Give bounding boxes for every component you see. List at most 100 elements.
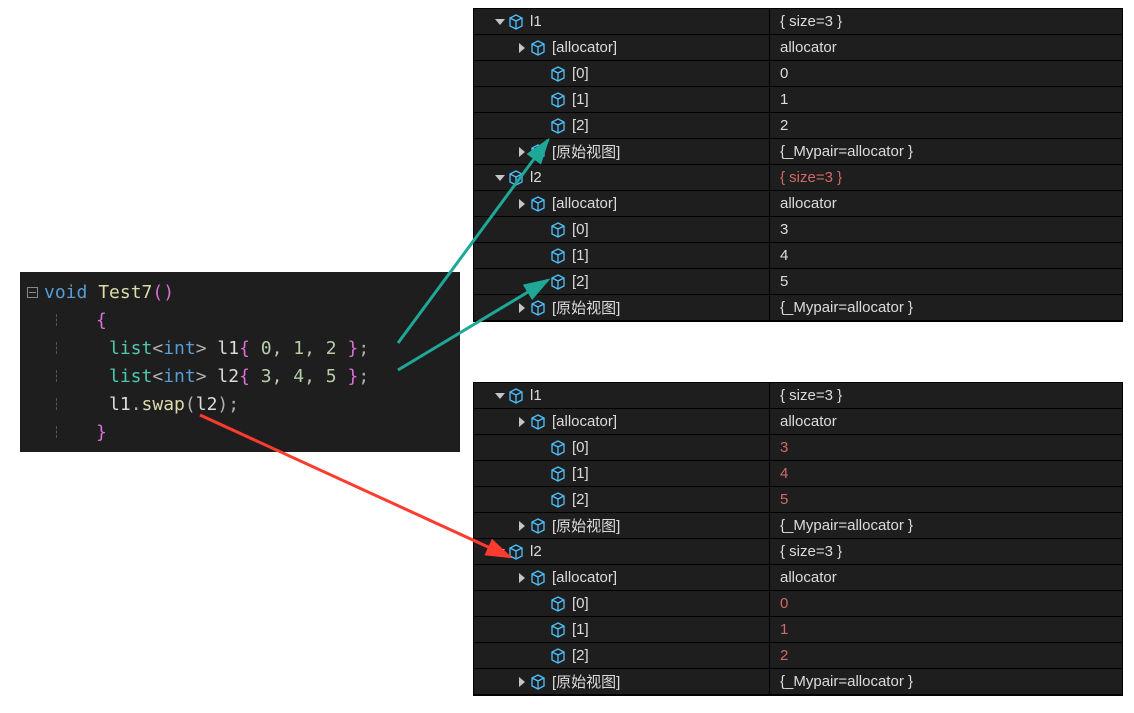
variable-icon: [550, 248, 566, 264]
watch-row[interactable]: [原始视图] {_Mypair=allocator }: [474, 139, 1122, 165]
chevron-down-icon[interactable]: [494, 16, 506, 28]
chevron-right-icon[interactable]: [516, 520, 528, 532]
watch-var-value: { size=3 }: [770, 387, 1122, 404]
watch-row[interactable]: [2]5: [474, 487, 1122, 513]
watch-var-name: [0]: [572, 595, 589, 612]
expand-spacer: [536, 120, 548, 132]
watch-row[interactable]: [allocator] allocator: [474, 409, 1122, 435]
code-line: void Test7 (): [20, 278, 460, 306]
watch-row[interactable]: l1{ size=3 }: [474, 383, 1122, 409]
watch-row[interactable]: [原始视图]{_Mypair=allocator }: [474, 669, 1122, 695]
watch-var-name: [原始视图]: [552, 515, 620, 536]
variable-icon: [550, 118, 566, 134]
watch-row[interactable]: l2{ size=3 }: [474, 539, 1122, 565]
watch-row[interactable]: [2] 2: [474, 643, 1122, 669]
variable-icon: [508, 14, 524, 30]
watch-var-value: { size=3 }: [770, 13, 1122, 30]
watch-var-value: allocator: [770, 195, 1122, 212]
watch-row[interactable]: [2] 5: [474, 269, 1122, 295]
chevron-right-icon[interactable]: [516, 146, 528, 158]
variable-icon: [550, 274, 566, 290]
expand-spacer: [536, 250, 548, 262]
watch-row[interactable]: [0]0: [474, 591, 1122, 617]
watch-var-value: 5: [770, 273, 1122, 290]
watch-var-name: [1]: [572, 91, 589, 108]
watch-var-value: {_Mypair=allocator }: [770, 299, 1122, 316]
collapse-icon[interactable]: [27, 287, 38, 298]
expand-spacer: [536, 624, 548, 636]
watch-panel-after[interactable]: l1{ size=3 }[allocator]allocator[0]3[1]4…: [473, 382, 1123, 696]
watch-var-value: 3: [770, 221, 1122, 238]
chevron-right-icon[interactable]: [516, 302, 528, 314]
variable-icon: [508, 544, 524, 560]
variable-icon: [550, 492, 566, 508]
variable-icon: [508, 170, 524, 186]
chevron-right-icon[interactable]: [516, 676, 528, 688]
watch-row[interactable]: [2]2: [474, 113, 1122, 139]
chevron-right-icon[interactable]: [516, 42, 528, 54]
variable-icon: [550, 92, 566, 108]
watch-var-name: [2]: [572, 491, 589, 508]
chevron-down-icon[interactable]: [494, 172, 506, 184]
watch-var-name: [allocator]: [552, 413, 617, 430]
watch-var-name: [2]: [572, 117, 589, 134]
keyword: void: [44, 282, 87, 303]
code-line: {: [20, 306, 460, 334]
variable-icon: [530, 300, 546, 316]
watch-row[interactable]: [原始视图]{_Mypair=allocator }: [474, 513, 1122, 539]
watch-var-name: [0]: [572, 439, 589, 456]
variable-icon: [530, 40, 546, 56]
watch-var-value: {_Mypair=allocator }: [770, 673, 1122, 690]
watch-var-name: l2: [530, 543, 542, 560]
watch-row[interactable]: [allocator]allocator: [474, 565, 1122, 591]
watch-row[interactable]: [allocator]allocator: [474, 35, 1122, 61]
watch-var-name: [2]: [572, 273, 589, 290]
variable-icon: [530, 414, 546, 430]
watch-row[interactable]: [0]3: [474, 217, 1122, 243]
variable-icon: [550, 596, 566, 612]
watch-row[interactable]: l2 { size=3 }: [474, 165, 1122, 191]
watch-var-name: [1]: [572, 621, 589, 638]
watch-row[interactable]: [原始视图]{_Mypair=allocator }: [474, 295, 1122, 321]
watch-panel-before[interactable]: l1 { size=3 } [allocator] allocator [0]0[1]1…: [473, 8, 1123, 322]
chevron-right-icon[interactable]: [516, 572, 528, 584]
code-line: list<int> l1{ 0, 1, 2 };: [20, 334, 460, 362]
watch-var-name: l2: [530, 169, 542, 186]
watch-row[interactable]: [0]0: [474, 61, 1122, 87]
watch-row[interactable]: [allocator] allocator: [474, 191, 1122, 217]
watch-var-value: { size=3 }: [770, 169, 1122, 186]
watch-var-name: [原始视图]: [552, 141, 620, 162]
chevron-down-icon[interactable]: [494, 390, 506, 402]
watch-row[interactable]: [0]3: [474, 435, 1122, 461]
watch-var-name: [2]: [572, 647, 589, 664]
watch-var-value: 4: [770, 465, 1122, 482]
watch-var-name: [1]: [572, 247, 589, 264]
watch-var-value: allocator: [770, 569, 1122, 586]
watch-var-value: 4: [770, 247, 1122, 264]
variable-icon: [508, 388, 524, 404]
watch-row[interactable]: [1] 4: [474, 461, 1122, 487]
watch-var-value: 2: [770, 647, 1122, 664]
watch-var-name: l1: [530, 13, 542, 30]
chevron-right-icon[interactable]: [516, 198, 528, 210]
watch-var-value: 0: [770, 65, 1122, 82]
expand-spacer: [536, 94, 548, 106]
function-name: Test7: [98, 282, 152, 303]
code-editor[interactable]: void Test7 () { list<int> l1{ 0, 1, 2 };…: [20, 272, 460, 452]
watch-row[interactable]: [1]1: [474, 87, 1122, 113]
expand-spacer: [536, 650, 548, 662]
watch-var-value: {_Mypair=allocator }: [770, 143, 1122, 160]
expand-spacer: [536, 494, 548, 506]
watch-row[interactable]: [1]1: [474, 617, 1122, 643]
watch-row[interactable]: l1 { size=3 }: [474, 9, 1122, 35]
variable-icon: [550, 222, 566, 238]
watch-var-name: [allocator]: [552, 195, 617, 212]
variable-icon: [550, 440, 566, 456]
watch-var-value: allocator: [770, 413, 1122, 430]
chevron-down-icon[interactable]: [494, 546, 506, 558]
watch-var-name: [allocator]: [552, 39, 617, 56]
watch-row[interactable]: [1] 4: [474, 243, 1122, 269]
chevron-right-icon[interactable]: [516, 416, 528, 428]
variable-icon: [530, 674, 546, 690]
watch-var-name: [1]: [572, 465, 589, 482]
